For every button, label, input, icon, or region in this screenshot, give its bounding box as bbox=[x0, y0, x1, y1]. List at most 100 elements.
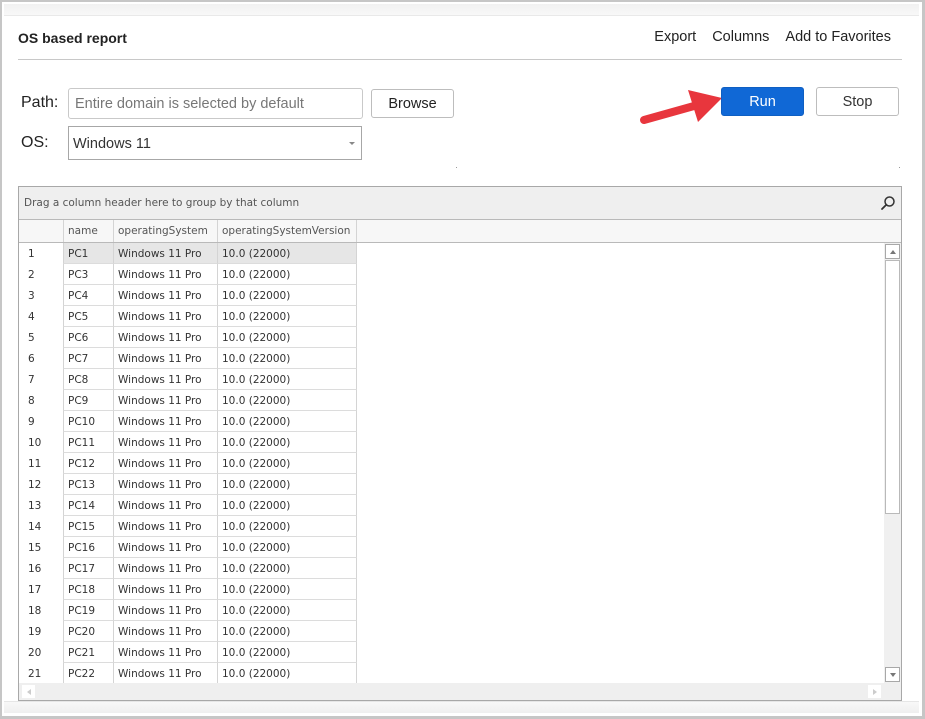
path-label: Path: bbox=[21, 94, 59, 111]
scroll-left-button[interactable] bbox=[21, 684, 36, 699]
cell-os-version: 10.0 (22000) bbox=[217, 411, 357, 432]
cell-operating-system: Windows 11 Pro bbox=[113, 264, 217, 285]
row-number: 20 bbox=[28, 647, 42, 659]
table-row[interactable]: 7 PC8 Windows 11 Pro 10.0 (22000) bbox=[19, 369, 357, 390]
cell-operating-system: Windows 11 Pro bbox=[113, 537, 217, 558]
cell-name: PC8 bbox=[63, 369, 113, 390]
cell-os-version: 10.0 (22000) bbox=[217, 264, 357, 285]
table-row[interactable]: 21 PC22 Windows 11 Pro 10.0 (22000) bbox=[19, 663, 357, 683]
cell-operating-system: Windows 11 Pro bbox=[113, 327, 217, 348]
row-number: 12 bbox=[28, 479, 42, 491]
arrow-down-icon bbox=[889, 672, 896, 677]
table-row[interactable]: 8 PC9 Windows 11 Pro 10.0 (22000) bbox=[19, 390, 357, 411]
table-row[interactable]: 2 PC3 Windows 11 Pro 10.0 (22000) bbox=[19, 264, 357, 285]
cell-operating-system: Windows 11 Pro bbox=[113, 663, 217, 683]
column-header-name[interactable]: name bbox=[63, 220, 113, 242]
cell-name: PC20 bbox=[63, 621, 113, 642]
cell-name: PC7 bbox=[63, 348, 113, 369]
table-row[interactable]: 9 PC10 Windows 11 Pro 10.0 (22000) bbox=[19, 411, 357, 432]
row-number: 4 bbox=[28, 311, 35, 323]
table-row[interactable]: 13 PC14 Windows 11 Pro 10.0 (22000) bbox=[19, 495, 357, 516]
export-link[interactable]: Export bbox=[654, 29, 696, 45]
table-row[interactable]: 6 PC7 Windows 11 Pro 10.0 (22000) bbox=[19, 348, 357, 369]
cell-os-version: 10.0 (22000) bbox=[217, 348, 357, 369]
run-button[interactable]: Run bbox=[721, 87, 804, 116]
cell-name: PC6 bbox=[63, 327, 113, 348]
add-to-favorites-link[interactable]: Add to Favorites bbox=[785, 29, 891, 45]
table-row[interactable]: 11 PC12 Windows 11 Pro 10.0 (22000) bbox=[19, 453, 357, 474]
cell-operating-system: Windows 11 Pro bbox=[113, 600, 217, 621]
row-number: 11 bbox=[28, 458, 42, 470]
cell-operating-system: Windows 11 Pro bbox=[113, 516, 217, 537]
cell-os-version: 10.0 (22000) bbox=[217, 327, 357, 348]
page-title: OS based report bbox=[18, 30, 127, 46]
cell-name: PC17 bbox=[63, 558, 113, 579]
arrow-up-icon bbox=[889, 249, 896, 254]
cell-os-version: 10.0 (22000) bbox=[217, 474, 357, 495]
os-select[interactable]: Windows 11 bbox=[68, 126, 362, 160]
table-row[interactable]: 16 PC17 Windows 11 Pro 10.0 (22000) bbox=[19, 558, 357, 579]
cell-os-version: 10.0 (22000) bbox=[217, 432, 357, 453]
cell-name: PC10 bbox=[63, 411, 113, 432]
group-by-panel[interactable]: Drag a column header here to group by th… bbox=[19, 187, 901, 220]
scrollbar-thumb[interactable] bbox=[885, 260, 900, 514]
columns-link[interactable]: Columns bbox=[712, 29, 769, 45]
table-row[interactable]: 4 PC5 Windows 11 Pro 10.0 (22000) bbox=[19, 306, 357, 327]
row-number: 16 bbox=[28, 563, 42, 575]
scroll-down-button[interactable] bbox=[885, 667, 900, 682]
table-row[interactable]: 17 PC18 Windows 11 Pro 10.0 (22000) bbox=[19, 579, 357, 600]
cell-os-version: 10.0 (22000) bbox=[217, 390, 357, 411]
cell-operating-system: Windows 11 Pro bbox=[113, 285, 217, 306]
horizontal-scrollbar[interactable] bbox=[19, 683, 884, 700]
row-number: 10 bbox=[28, 437, 42, 449]
cell-os-version: 10.0 (22000) bbox=[217, 600, 357, 621]
arrow-right-icon bbox=[872, 688, 877, 695]
report-window: OS based report Export Columns Add to Fa… bbox=[0, 0, 925, 719]
column-header-operatingsystemversion[interactable]: operatingSystemVersion bbox=[217, 220, 357, 242]
stop-button[interactable]: Stop bbox=[816, 87, 899, 116]
table-row[interactable]: 10 PC11 Windows 11 Pro 10.0 (22000) bbox=[19, 432, 357, 453]
row-number: 6 bbox=[28, 353, 35, 365]
red-arrow-icon bbox=[640, 90, 722, 124]
table-row[interactable]: 20 PC21 Windows 11 Pro 10.0 (22000) bbox=[19, 642, 357, 663]
table-row[interactable]: 5 PC6 Windows 11 Pro 10.0 (22000) bbox=[19, 327, 357, 348]
cell-name: PC16 bbox=[63, 537, 113, 558]
table-row[interactable]: 19 PC20 Windows 11 Pro 10.0 (22000) bbox=[19, 621, 357, 642]
cell-operating-system: Windows 11 Pro bbox=[113, 453, 217, 474]
table-row[interactable]: 12 PC13 Windows 11 Pro 10.0 (22000) bbox=[19, 474, 357, 495]
browse-button[interactable]: Browse bbox=[371, 89, 454, 118]
row-number: 15 bbox=[28, 542, 42, 554]
cell-operating-system: Windows 11 Pro bbox=[113, 642, 217, 663]
cell-os-version: 10.0 (22000) bbox=[217, 369, 357, 390]
path-input[interactable] bbox=[68, 88, 363, 119]
column-header-row: name operatingSystem operatingSystemVers… bbox=[19, 220, 901, 243]
grid-rows: 1 PC1 Windows 11 Pro 10.0 (22000) 2 PC3 Window… bbox=[19, 243, 884, 683]
table-row[interactable]: 18 PC19 Windows 11 Pro 10.0 (22000) bbox=[19, 600, 357, 621]
cell-name: PC9 bbox=[63, 390, 113, 411]
table-row[interactable]: 3 PC4 Windows 11 Pro 10.0 (22000) bbox=[19, 285, 357, 306]
row-number: 21 bbox=[28, 668, 42, 680]
cell-name: PC5 bbox=[63, 306, 113, 327]
table-row[interactable]: 15 PC16 Windows 11 Pro 10.0 (22000) bbox=[19, 537, 357, 558]
cell-operating-system: Windows 11 Pro bbox=[113, 558, 217, 579]
cell-os-version: 10.0 (22000) bbox=[217, 537, 357, 558]
row-number: 17 bbox=[28, 584, 42, 596]
scroll-up-button[interactable] bbox=[885, 244, 900, 259]
table-row[interactable]: 14 PC15 Windows 11 Pro 10.0 (22000) bbox=[19, 516, 357, 537]
os-selected-value: Windows 11 bbox=[73, 136, 151, 152]
cell-os-version: 10.0 (22000) bbox=[217, 642, 357, 663]
cell-operating-system: Windows 11 Pro bbox=[113, 369, 217, 390]
row-number: 1 bbox=[28, 248, 35, 260]
os-label: OS: bbox=[21, 134, 49, 151]
cell-os-version: 10.0 (22000) bbox=[217, 243, 357, 264]
results-grid: Drag a column header here to group by th… bbox=[18, 186, 902, 701]
cell-os-version: 10.0 (22000) bbox=[217, 579, 357, 600]
scroll-right-button[interactable] bbox=[867, 684, 882, 699]
column-header-operatingsystem[interactable]: operatingSystem bbox=[113, 220, 217, 242]
cell-operating-system: Windows 11 Pro bbox=[113, 390, 217, 411]
row-number: 13 bbox=[28, 500, 42, 512]
row-number: 18 bbox=[28, 605, 42, 617]
search-icon[interactable] bbox=[880, 195, 896, 211]
vertical-scrollbar[interactable] bbox=[884, 243, 901, 683]
table-row[interactable]: 1 PC1 Windows 11 Pro 10.0 (22000) bbox=[19, 243, 357, 264]
